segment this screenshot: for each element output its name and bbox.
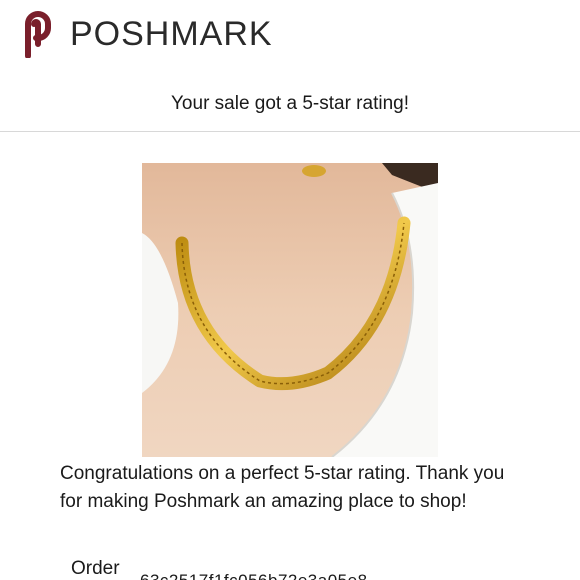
email-subject: Your sale got a 5-star rating! — [171, 93, 409, 114]
brand-name: POSHMARK — [70, 15, 273, 53]
email-header: POSHMARK — [0, 0, 580, 66]
order-id[interactable]: 63c2517f1fc056b72e3a05e8 — [140, 570, 368, 580]
divider — [0, 131, 580, 132]
poshmark-logo-icon[interactable] — [14, 10, 60, 58]
rating-message: Congratulations on a perfect 5-star rati… — [60, 463, 505, 512]
product-image[interactable] — [142, 163, 438, 457]
order-label: Order — [71, 558, 120, 579]
gold-chain-necklace-photo — [142, 163, 438, 457]
